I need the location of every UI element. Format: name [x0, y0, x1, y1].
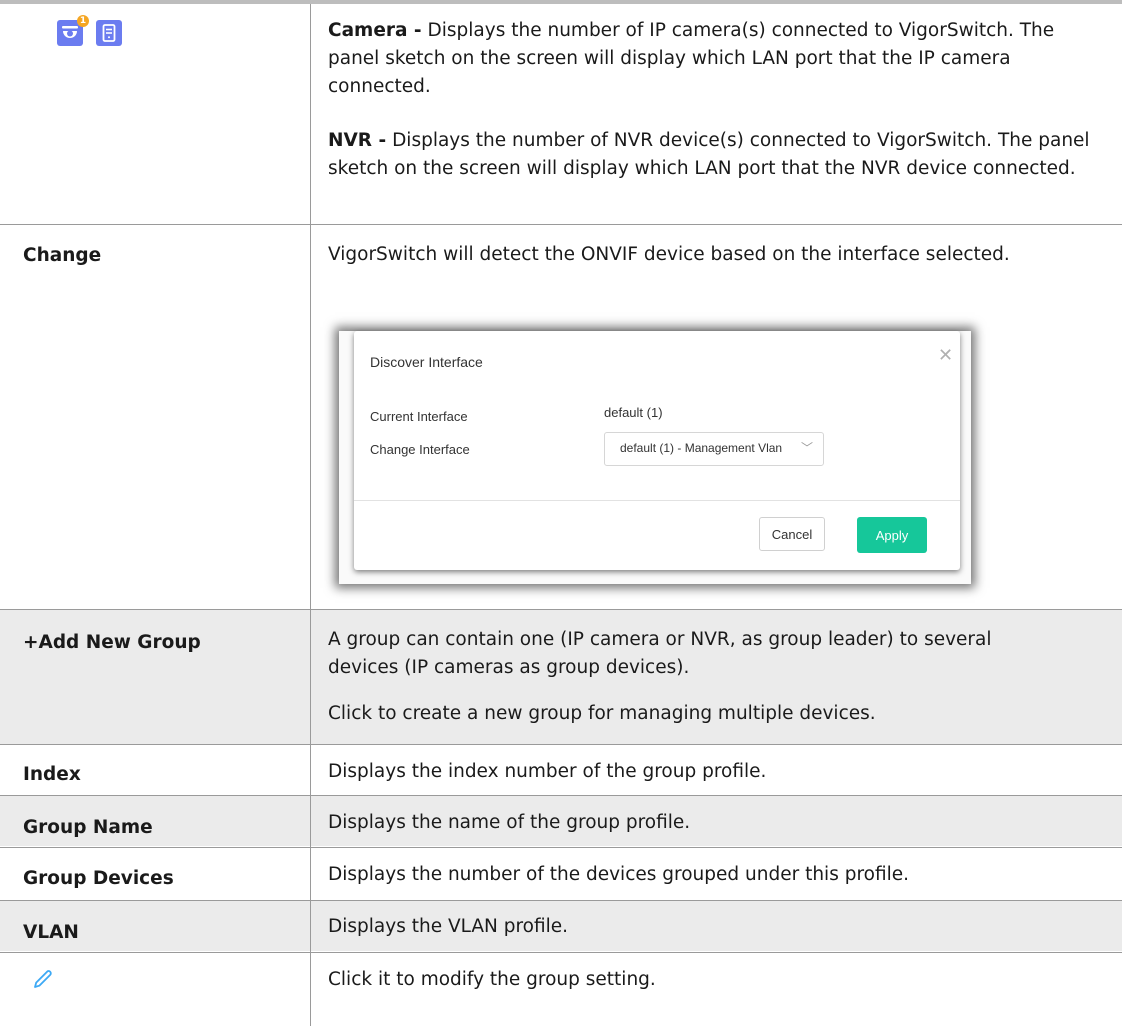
- change-description: VigorSwitch will detect the ONVIF device…: [328, 244, 1010, 265]
- nvr-description: NVR - Displays the number of NVR device(…: [328, 127, 1108, 183]
- nvr-icon: [96, 20, 122, 46]
- cancel-button[interactable]: Cancel: [759, 517, 825, 551]
- add-group-description-2: Click to create a new group for managing…: [328, 703, 876, 724]
- pencil-icon: [31, 967, 55, 991]
- term-group-name: Group Name: [23, 817, 153, 838]
- chevron-down-icon: ﹀: [801, 441, 814, 455]
- row-divider: [0, 224, 1122, 225]
- select-value: default (1) - Management Vlan: [620, 441, 783, 455]
- term-change: Change: [23, 245, 102, 266]
- row-divider: [0, 900, 1122, 901]
- row-divider: [0, 795, 1122, 796]
- camera-count-badge: 1: [77, 15, 89, 27]
- term-add-new-group: +Add New Group: [23, 632, 201, 653]
- vlan-description: Displays the VLAN profile.: [328, 916, 569, 937]
- term-vlan: VLAN: [23, 922, 79, 943]
- nvr-title: NVR -: [328, 130, 387, 151]
- row-divider: [0, 744, 1122, 745]
- row-divider: [0, 609, 1122, 610]
- dialog-screenshot: Discover Interface ✕ Current Interface d…: [339, 331, 971, 584]
- dialog-title: Discover Interface: [370, 354, 483, 370]
- close-icon[interactable]: ✕: [938, 345, 953, 366]
- add-group-description: A group can contain one (IP camera or NV…: [328, 629, 992, 678]
- index-description: Displays the index number of the group p…: [328, 761, 767, 782]
- apply-button[interactable]: Apply: [857, 517, 927, 553]
- group-devices-description: Displays the number of the devices group…: [328, 864, 910, 885]
- nvr-text: Displays the number of NVR device(s) con…: [328, 130, 1090, 179]
- current-interface-value: default (1): [604, 405, 663, 420]
- change-interface-label: Change Interface: [370, 442, 470, 457]
- group-name-description: Displays the name of the group profile.: [328, 812, 691, 833]
- column-divider: [310, 4, 311, 1026]
- discover-interface-dialog: Discover Interface ✕ Current Interface d…: [354, 331, 960, 570]
- change-interface-select[interactable]: default (1) - Management Vlan ﹀: [604, 432, 824, 466]
- term-index: Index: [23, 764, 81, 785]
- dialog-divider: [354, 500, 960, 501]
- current-interface-label: Current Interface: [370, 409, 468, 424]
- camera-title: Camera -: [328, 20, 422, 41]
- camera-description: Camera - Displays the number of IP camer…: [328, 17, 1108, 101]
- row-divider: [0, 847, 1122, 848]
- pencil-description: Click it to modify the group setting.: [328, 969, 656, 990]
- camera-text: Displays the number of IP camera(s) conn…: [328, 20, 1055, 97]
- term-group-devices: Group Devices: [23, 868, 174, 889]
- top-border: [0, 0, 1122, 4]
- row-divider: [0, 952, 1122, 953]
